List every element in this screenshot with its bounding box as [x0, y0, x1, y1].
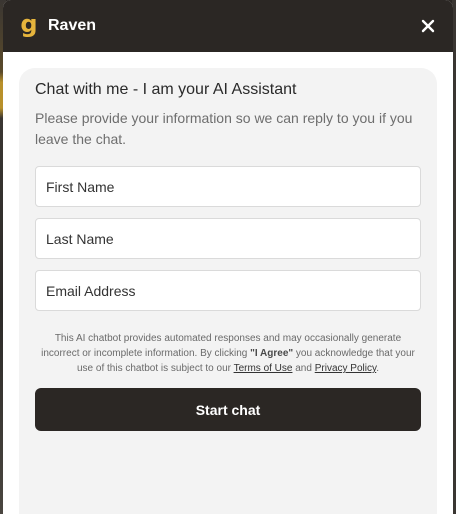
disclaimer-agree-text: "I Agree"	[250, 348, 294, 359]
chat-title: Raven	[48, 17, 97, 34]
form-subtitle: Please provide your information so we ca…	[35, 110, 413, 147]
close-icon	[421, 19, 435, 33]
svg-text:g: g	[20, 13, 37, 38]
ai-disclaimer: This AI chatbot provides automated respo…	[35, 331, 421, 376]
brand-logo-icon: g	[19, 13, 39, 39]
chat-header: g Raven	[3, 0, 453, 52]
privacy-policy-link[interactable]: Privacy Policy	[315, 363, 377, 374]
start-chat-button[interactable]: Start chat	[35, 388, 421, 431]
terms-of-use-link[interactable]: Terms of Use	[234, 363, 293, 374]
first-name-input[interactable]	[35, 166, 421, 207]
chat-body: Chat with me - I am your AI Assistant Pl…	[3, 52, 453, 514]
disclaimer-period: .	[376, 363, 379, 374]
email-input[interactable]	[35, 270, 421, 311]
form-title: Chat with me - I am your AI Assistant	[35, 81, 297, 98]
last-name-input[interactable]	[35, 218, 421, 259]
chat-widget: g Raven Chat with me - I am your AI Assi…	[3, 0, 453, 514]
close-button[interactable]	[417, 15, 439, 37]
pre-chat-form-card: Chat with me - I am your AI Assistant Pl…	[19, 68, 437, 514]
disclaimer-and-text: and	[292, 363, 315, 374]
